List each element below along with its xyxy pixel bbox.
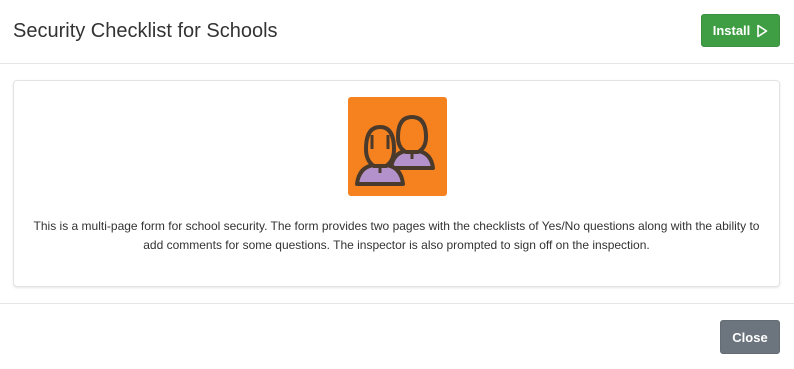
people-icon [348, 97, 447, 196]
dialog-footer: Close [0, 303, 794, 369]
install-button-label: Install [712, 23, 751, 38]
install-app-dialog: Security Checklist for Schools Install T… [0, 0, 794, 369]
install-button[interactable]: Install [701, 14, 780, 47]
dialog-title: Security Checklist for Schools [13, 20, 278, 42]
dialog-body: This is a multi-page form for school sec… [0, 64, 794, 303]
app-details-card: This is a multi-page form for school sec… [13, 80, 780, 287]
app-description: This is a multi-page form for school sec… [33, 219, 760, 252]
close-button[interactable]: Close [720, 320, 780, 354]
dialog-header: Security Checklist for Schools Install [0, 0, 794, 64]
play-triangle-icon [756, 24, 768, 38]
